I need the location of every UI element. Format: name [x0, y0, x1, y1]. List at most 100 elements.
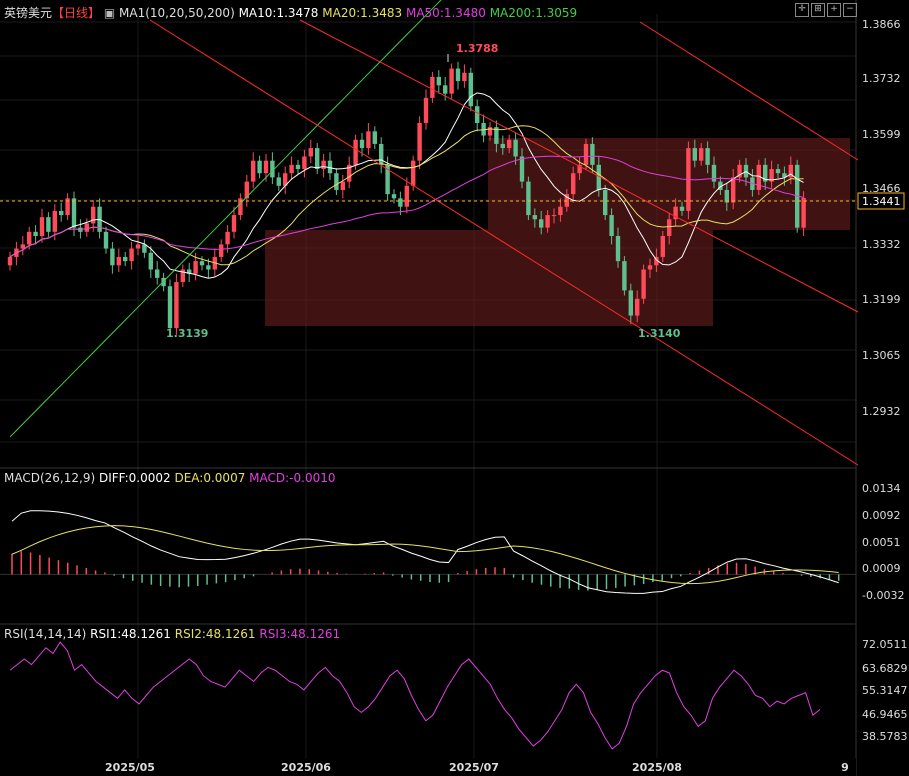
- ma-group: MA1(10,20,50,200): [119, 6, 235, 20]
- candle: [641, 269, 646, 299]
- candle: [110, 248, 115, 266]
- candle: [532, 215, 537, 220]
- macd-tick-label: 0.0134: [862, 482, 901, 495]
- candle: [231, 215, 237, 232]
- candle: [731, 177, 736, 203]
- candle: [436, 76, 441, 86]
- candle: [660, 236, 665, 257]
- candle: [327, 160, 333, 174]
- candle: [308, 148, 313, 157]
- macd-macd: MACD:-0.0010: [249, 471, 336, 485]
- symbol-name: 英镑美元: [4, 6, 53, 20]
- candle: [468, 72, 473, 107]
- candle: [507, 139, 512, 149]
- candle: [366, 131, 371, 149]
- candle: [155, 269, 160, 278]
- candle: [219, 244, 224, 257]
- date-axis-bg: [733, 758, 856, 776]
- candle: [545, 215, 550, 228]
- low-annotation-1: 1.3139: [166, 327, 208, 340]
- candle: [775, 169, 781, 174]
- candle: [423, 97, 429, 123]
- candle: [539, 219, 544, 228]
- candle: [571, 173, 576, 195]
- price-tick-label: 1.3866: [862, 18, 901, 31]
- candle: [148, 252, 153, 270]
- candle: [379, 143, 384, 165]
- candle: [628, 290, 633, 316]
- candle: [33, 231, 38, 237]
- candle: [398, 198, 403, 207]
- price-tick-label: 1.2932: [862, 405, 901, 418]
- candle: [455, 68, 461, 82]
- candle: [513, 139, 518, 157]
- candle: [7, 256, 13, 266]
- candle: [334, 173, 339, 190]
- candle: [78, 227, 83, 232]
- price-tick-label: 1.3199: [862, 293, 901, 306]
- candle: [443, 85, 448, 94]
- candle: [500, 143, 505, 149]
- date-tick-label: 2025/06: [281, 761, 331, 774]
- rsi-line: [9, 641, 821, 750]
- candle: [667, 219, 672, 237]
- candle: [135, 244, 141, 249]
- low-annotation-2: 1.3140: [638, 327, 681, 340]
- price-tick-label: 1.3065: [862, 349, 901, 362]
- channel-line: [149, 19, 859, 466]
- candle: [404, 185, 409, 207]
- rsi-tick-label: 63.6829: [862, 662, 908, 675]
- zoom-out-icon[interactable]: −: [843, 3, 857, 17]
- macd-diff: DIFF:0.0002: [98, 471, 171, 485]
- candle: [289, 164, 294, 174]
- ma20-value: MA20:1.3483: [322, 6, 403, 20]
- candle: [59, 210, 64, 216]
- candle: [801, 197, 806, 228]
- price-chart: 1.38661.37321.35991.34661.33321.31991.30…: [0, 0, 908, 776]
- macd-tick-label: 0.0009: [862, 562, 901, 575]
- candle: [340, 181, 345, 190]
- candle: [129, 248, 134, 262]
- candle: [590, 143, 595, 165]
- candle: [174, 282, 179, 329]
- candle: [321, 160, 326, 170]
- macd-name: MACD(26,12,9): [4, 471, 96, 485]
- candle: [276, 177, 281, 186]
- macd-tick-label: -0.0032: [862, 589, 904, 602]
- candle: [295, 164, 301, 170]
- zoom-in-icon[interactable]: +: [827, 3, 841, 17]
- price-tick-label: 1.3332: [862, 238, 901, 251]
- rsi1-value: RSI1:48.1261: [90, 627, 171, 641]
- rsi-tick-label: 55.3147: [862, 684, 908, 697]
- candle: [411, 160, 416, 186]
- candle: [257, 160, 262, 174]
- candle: [84, 223, 89, 232]
- rsi-tick-label: 72.0511: [862, 638, 908, 651]
- candle: [302, 156, 307, 170]
- ma50-value: MA50:1.3480: [405, 6, 486, 20]
- settings-icon[interactable]: ▣: [104, 6, 115, 20]
- macd-diff-line: [11, 510, 839, 594]
- candle: [353, 139, 358, 165]
- candle: [603, 189, 608, 216]
- date-tick-label: 2025/08: [632, 761, 682, 774]
- candle: [609, 215, 614, 237]
- candle: [359, 139, 365, 149]
- candle: [622, 261, 627, 291]
- rsi-name: RSI(14,14,14): [4, 627, 87, 641]
- candle: [449, 68, 454, 94]
- macd-tick-label: 0.0092: [862, 509, 901, 522]
- rsi3-value: RSI3:48.1261: [259, 627, 341, 641]
- fit-icon[interactable]: ⊞: [811, 3, 825, 17]
- rsi-tick-label: 46.9465: [862, 708, 908, 721]
- crosshair-icon[interactable]: ✛: [795, 3, 809, 17]
- macd-tick-label: 0.0051: [862, 536, 901, 549]
- candle: [526, 181, 531, 216]
- ma200-value: MA200:1.3059: [489, 6, 578, 20]
- period-label[interactable]: 【日线】: [52, 6, 100, 20]
- rsi-tick-label: 38.5783: [862, 730, 908, 743]
- candle: [372, 131, 377, 144]
- candle: [263, 160, 269, 174]
- candle: [551, 215, 557, 217]
- ma10-value: MA10:1.3478: [238, 6, 319, 20]
